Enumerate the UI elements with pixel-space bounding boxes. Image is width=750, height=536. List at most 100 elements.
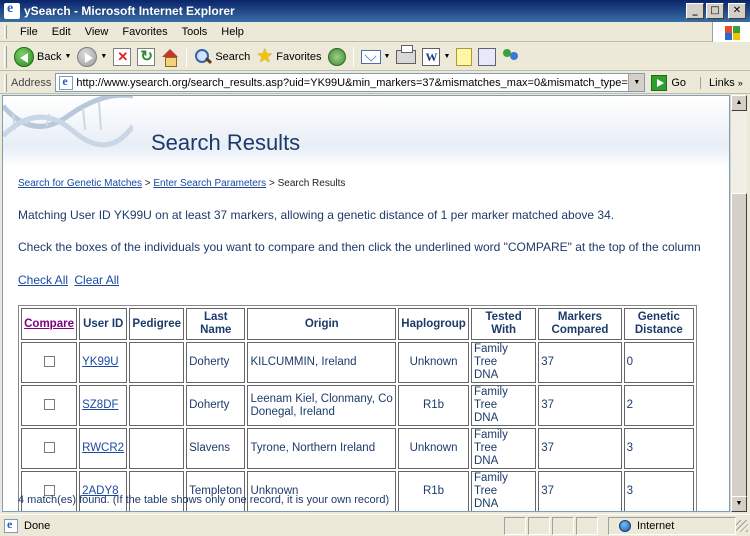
page-banner: Search Results bbox=[3, 96, 729, 168]
address-field[interactable]: ▼ bbox=[55, 73, 646, 92]
menu-tools[interactable]: Tools bbox=[175, 26, 215, 38]
go-button[interactable]: Go bbox=[651, 74, 686, 91]
word-icon: W bbox=[422, 47, 441, 66]
menu-favorites[interactable]: Favorites bbox=[115, 26, 174, 38]
header-line: Compared bbox=[551, 324, 609, 336]
compare-checkbox[interactable] bbox=[43, 399, 55, 411]
vertical-scrollbar[interactable]: ▲ ▼ bbox=[730, 95, 747, 512]
header-line: With bbox=[491, 324, 517, 336]
user-id-link[interactable]: YK99U bbox=[82, 356, 118, 368]
go-arrow-icon bbox=[651, 74, 668, 91]
mail-button[interactable]: ▼ bbox=[358, 45, 394, 69]
header-line: Distance bbox=[634, 324, 683, 336]
title-bar[interactable]: ySearch - Microsoft Internet Explorer _ … bbox=[0, 0, 750, 22]
search-button[interactable]: Search bbox=[191, 45, 253, 69]
chevron-down-icon[interactable]: ▼ bbox=[64, 53, 71, 60]
chevron-right-icon: » bbox=[737, 77, 743, 88]
compare-checkbox[interactable] bbox=[43, 356, 55, 368]
close-button[interactable]: ✕ bbox=[728, 3, 746, 19]
column-header-pedigree: Pedigree bbox=[129, 308, 185, 340]
breadcrumb-enter-search-parameters[interactable]: Enter Search Parameters bbox=[153, 178, 266, 189]
distance-cell: 3 bbox=[623, 471, 694, 511]
distance-cell: 3 bbox=[623, 428, 694, 469]
url-input[interactable] bbox=[76, 76, 629, 89]
breadcrumb-separator: > bbox=[141, 178, 154, 189]
minimize-button[interactable]: _ bbox=[686, 3, 704, 19]
pedigree-cell bbox=[129, 342, 185, 383]
compare-checkbox[interactable] bbox=[43, 442, 55, 454]
toolbar-grip[interactable] bbox=[4, 24, 7, 39]
table-row: RWCR2 Slavens Tyrone, Northern Ireland U… bbox=[21, 428, 694, 469]
pedigree-cell bbox=[129, 385, 185, 426]
status-bar: Done Internet bbox=[0, 514, 750, 536]
chevron-down-icon[interactable]: ▼ bbox=[100, 53, 107, 60]
markers-cell: 37 bbox=[538, 428, 622, 469]
search-label: Search bbox=[215, 50, 251, 63]
edit-button[interactable]: W ▼ bbox=[419, 45, 453, 69]
maximize-button[interactable]: □ bbox=[706, 3, 724, 19]
chevron-down-icon[interactable]: ▼ bbox=[384, 53, 391, 60]
toolbar-grip[interactable] bbox=[4, 45, 7, 68]
breadcrumb: Search for Genetic Matches > Enter Searc… bbox=[18, 178, 345, 189]
refresh-button[interactable] bbox=[134, 45, 158, 69]
links-label: Links bbox=[709, 76, 735, 89]
tested-line: Family Tree bbox=[473, 429, 508, 454]
print-button[interactable] bbox=[393, 44, 419, 69]
discuss-button[interactable] bbox=[453, 45, 475, 69]
forward-icon bbox=[77, 46, 98, 67]
scroll-down-arrow-icon[interactable]: ▼ bbox=[731, 496, 747, 512]
breadcrumb-separator: > bbox=[266, 178, 278, 189]
scroll-up-arrow-icon[interactable]: ▲ bbox=[731, 95, 747, 111]
user-id-link[interactable]: RWCR2 bbox=[82, 442, 124, 454]
links-button[interactable]: Links » bbox=[700, 76, 743, 89]
tested-with-cell: Family Tree DNA bbox=[470, 428, 537, 469]
home-button[interactable] bbox=[158, 45, 182, 69]
tested-line: DNA bbox=[473, 498, 499, 510]
resize-grip[interactable] bbox=[736, 519, 748, 532]
user-id-link[interactable]: SZ8DF bbox=[82, 399, 118, 411]
table-row: YK99U Doherty KILCUMMIN, Ireland Unknown… bbox=[21, 342, 694, 383]
chevron-down-icon[interactable]: ▼ bbox=[628, 74, 645, 91]
table-row: SZ8DF Doherty Leenam Kiel, Clonmany, Co … bbox=[21, 385, 694, 426]
toolbar-grip[interactable] bbox=[4, 73, 7, 92]
user-id-cell: SZ8DF bbox=[79, 385, 128, 426]
media-button[interactable] bbox=[325, 45, 349, 69]
stop-button[interactable] bbox=[110, 45, 134, 69]
status-panel bbox=[504, 516, 526, 535]
check-all-link[interactable]: Check All bbox=[18, 273, 68, 287]
tested-with-cell: Family Tree DNA bbox=[470, 471, 537, 511]
column-header-tested-with: Tested With bbox=[470, 308, 537, 340]
pedigree-cell bbox=[129, 428, 185, 469]
haplogroup-cell: Unknown bbox=[398, 428, 469, 469]
tested-line: DNA bbox=[473, 369, 499, 381]
toolbar-separator bbox=[352, 46, 354, 67]
column-header-compare[interactable]: Compare bbox=[21, 308, 78, 340]
browser-window: ySearch - Microsoft Internet Explorer _ … bbox=[0, 0, 750, 536]
user-id-cell: YK99U bbox=[79, 342, 128, 383]
page-content: Search Results Search for Genetic Matche… bbox=[2, 95, 730, 512]
back-button[interactable]: Back ▼ bbox=[11, 45, 74, 69]
chevron-down-icon[interactable]: ▼ bbox=[443, 53, 450, 60]
mail-icon bbox=[360, 49, 381, 64]
breadcrumb-current: Search Results bbox=[277, 178, 346, 189]
scrollbar-thumb[interactable] bbox=[731, 193, 747, 507]
tested-with-cell: Family Tree DNA bbox=[470, 342, 537, 383]
breadcrumb-search-genetic-matches[interactable]: Search for Genetic Matches bbox=[18, 178, 142, 189]
last-name-cell: Slavens bbox=[186, 428, 246, 469]
clear-all-link[interactable]: Clear All bbox=[74, 273, 119, 287]
distance-cell: 0 bbox=[623, 342, 694, 383]
research-button[interactable] bbox=[475, 45, 499, 69]
messenger-button[interactable] bbox=[499, 45, 523, 69]
forward-button[interactable]: ▼ bbox=[74, 45, 110, 69]
column-header-user-id: User ID bbox=[79, 308, 128, 340]
menu-help[interactable]: Help bbox=[214, 26, 251, 38]
haplogroup-cell: Unknown bbox=[398, 342, 469, 383]
menu-view[interactable]: View bbox=[78, 26, 116, 38]
tested-line: Family Tree bbox=[473, 472, 508, 497]
dna-helix-logo bbox=[3, 96, 133, 148]
menu-edit[interactable]: Edit bbox=[45, 26, 78, 38]
menu-file[interactable]: File bbox=[13, 26, 45, 38]
compare-link[interactable]: Compare bbox=[24, 318, 74, 330]
favorites-button[interactable]: ★ Favorites bbox=[253, 45, 324, 69]
security-zone[interactable]: Internet bbox=[608, 516, 736, 535]
